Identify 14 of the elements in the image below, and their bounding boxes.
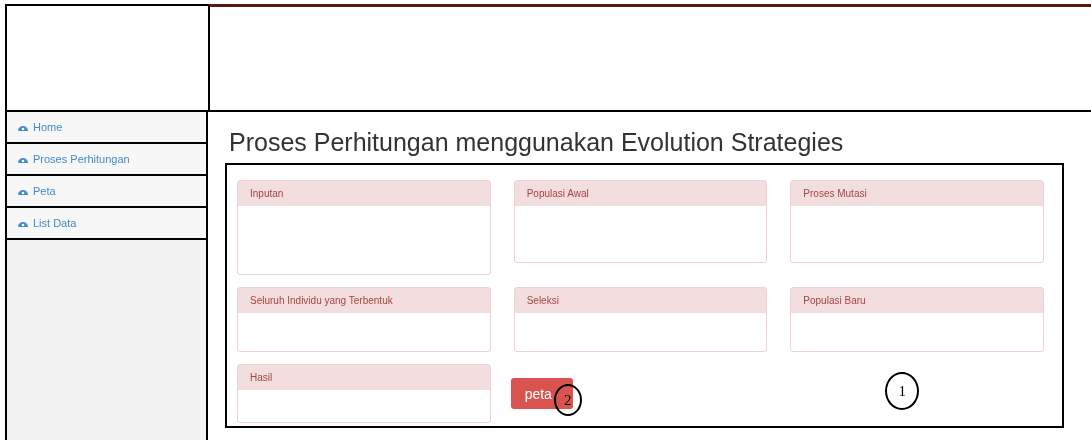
panel-title: Seleksi xyxy=(514,288,767,313)
panel-title: Hasil xyxy=(238,365,490,390)
panel-title: Populasi Awal xyxy=(514,181,767,206)
panel-title: Proses Mutasi xyxy=(791,181,1043,206)
panel-title: Seluruh Individu yang Terbentuk xyxy=(238,288,490,313)
page-title: Proses Perhitungan menggunakan Evolution Strategies xyxy=(229,128,845,157)
sidebar-item[interactable]: Proses Perhitungan xyxy=(7,144,206,176)
panel-title: Populasi Baru xyxy=(791,288,1043,313)
annotation-number: 2 xyxy=(553,384,582,416)
sidebar-item[interactable]: Home xyxy=(7,112,206,144)
panel-title: Inputan xyxy=(238,181,490,206)
sidebar-item[interactable]: Peta xyxy=(7,176,206,208)
annotation-number: 1 xyxy=(885,372,920,410)
sidebar-item[interactable]: List Data xyxy=(7,208,206,240)
